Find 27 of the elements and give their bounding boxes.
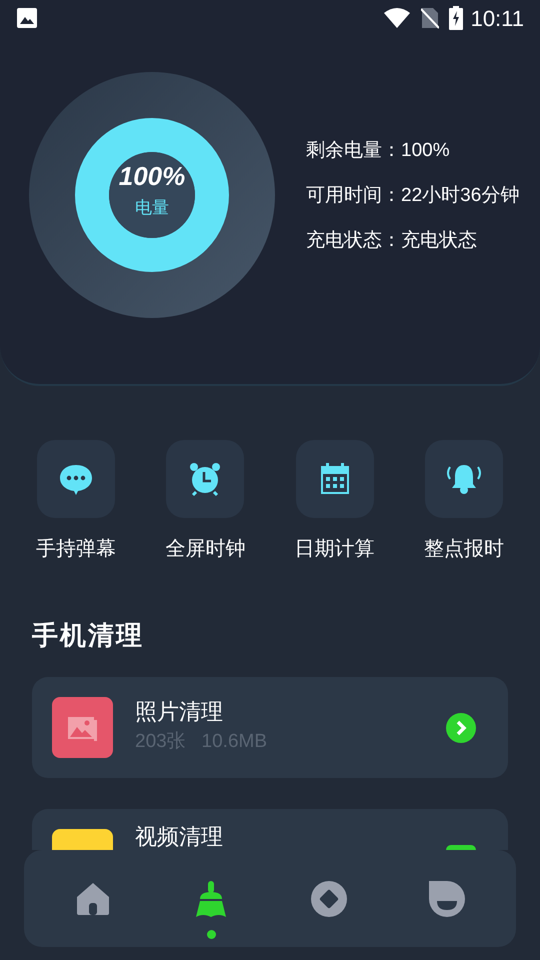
diamond-circle-icon (309, 878, 349, 918)
battery-percent: 100% (118, 163, 186, 190)
clean-item-title: 照片清理 (135, 698, 224, 726)
tool-button[interactable] (166, 440, 244, 518)
section-title: 手机清理 (32, 619, 145, 652)
tool-button[interactable] (296, 440, 374, 518)
no-sim-icon (420, 7, 439, 29)
battery-caption: 电量 (135, 197, 169, 220)
clean-item-card[interactable]: 视频清理 (32, 809, 508, 850)
chevron-right-icon[interactable] (446, 712, 476, 742)
tool-label: 手持弹幕 (36, 537, 116, 562)
video-tile (52, 829, 113, 850)
battery-info-line: 剩余电量：100% (306, 138, 451, 162)
tool-button[interactable] (424, 440, 503, 518)
tool-label: 整点报时 (424, 537, 504, 562)
battery-charging-icon (448, 6, 463, 30)
tool-label: 日期计算 (294, 537, 375, 562)
half-face-icon (427, 878, 467, 918)
battery-info-line: 充电状态：充电状态 (306, 228, 478, 252)
battery-info-line: 可用时间：22小时36分钟 (306, 184, 520, 206)
status-time: 10:11 (470, 4, 524, 32)
image-icon (16, 7, 38, 29)
tool-label: 全屏时钟 (165, 537, 246, 562)
chevron-button[interactable] (446, 845, 476, 850)
wifi-icon (382, 7, 411, 29)
tool-button[interactable] (37, 440, 115, 518)
clean-item-title: 视频清理 (135, 826, 224, 848)
